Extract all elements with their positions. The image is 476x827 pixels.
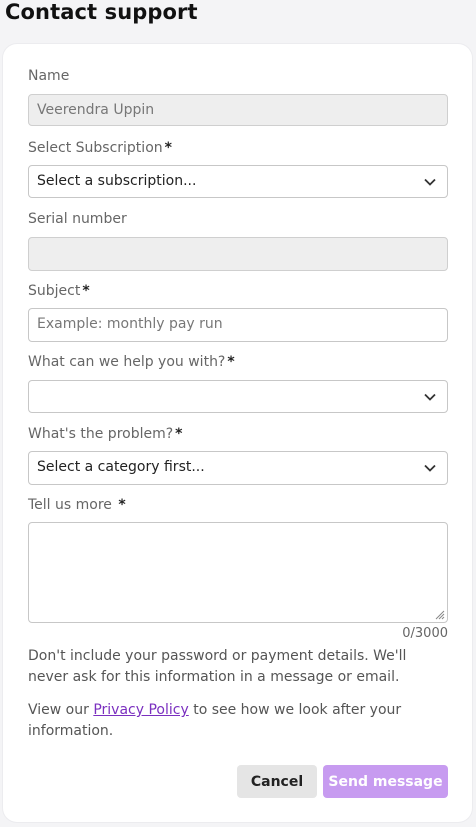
serial-label-text: Serial number [28, 211, 127, 227]
required-mark: * [164, 140, 172, 156]
required-mark: * [227, 354, 235, 370]
name-field: Veerendra Uppin [28, 94, 448, 126]
details-label-text: Tell us more [28, 497, 112, 513]
subscription-label-text: Select Subscription [28, 140, 163, 156]
details-label: Tell us more * [28, 497, 126, 513]
subscription-label: Select Subscription * [28, 140, 172, 156]
security-warning: Don't include your password or payment d… [28, 648, 407, 685]
name-label-text: Name [28, 68, 70, 84]
problem-label: What's the problem? * [28, 426, 183, 442]
privacy-notice: View our Privacy Policy to see how we lo… [28, 700, 428, 742]
problem-select[interactable]: Select a category first... [28, 451, 448, 485]
name-value: Veerendra Uppin [37, 102, 155, 118]
problem-label-text: What's the problem? [28, 426, 174, 442]
send-message-button[interactable]: Send message [323, 765, 448, 798]
privacy-policy-link[interactable]: Privacy Policy [93, 702, 188, 718]
required-mark: * [82, 283, 90, 299]
subject-placeholder: Example: monthly pay run [37, 316, 223, 332]
required-mark: * [175, 426, 183, 442]
subject-label-text: Subject [28, 283, 81, 299]
subscription-select-value: Select a subscription... [37, 173, 197, 189]
required-mark: * [118, 497, 126, 513]
privacy-prefix: View our [28, 702, 94, 718]
subject-label: Subject * [28, 283, 90, 299]
name-label: Name [28, 68, 69, 84]
serial-label: Serial number [28, 211, 127, 227]
resize-handle-icon[interactable] [433, 608, 445, 620]
serial-number-field [28, 237, 448, 271]
subject-input[interactable]: Example: monthly pay run [28, 308, 448, 342]
chevron-down-icon [424, 464, 436, 472]
chevron-down-icon [424, 178, 436, 186]
page-title: Contact support [5, 0, 198, 24]
chevron-down-icon [424, 393, 436, 401]
cancel-button[interactable]: Cancel [237, 765, 317, 798]
subscription-select[interactable]: Select a subscription... [28, 165, 448, 198]
help-label-text: What can we help you with? [28, 354, 226, 370]
problem-select-value: Select a category first... [37, 459, 205, 475]
character-counter: 0/3000 [402, 626, 448, 641]
details-textarea[interactable] [28, 522, 448, 623]
help-label: What can we help you with? * [28, 354, 235, 370]
help-topic-select[interactable] [28, 380, 448, 413]
